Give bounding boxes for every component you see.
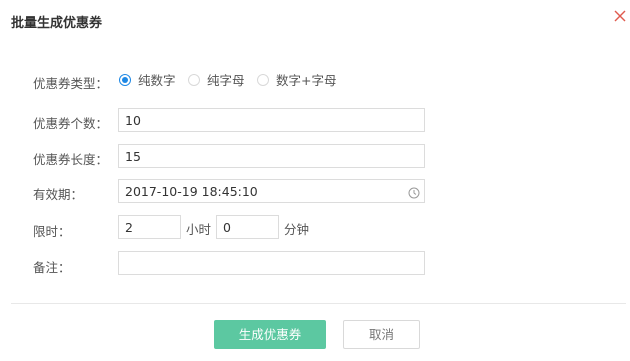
minutes-input[interactable] bbox=[216, 215, 279, 239]
generate-coupons-button[interactable]: 生成优惠券 bbox=[214, 320, 326, 349]
time-limit-label: 限时： bbox=[33, 224, 71, 239]
hours-unit: 小时 bbox=[186, 222, 212, 237]
close-icon[interactable] bbox=[612, 8, 628, 24]
minutes-unit: 分钟 bbox=[284, 222, 310, 237]
coupon-type-label: 优惠券类型： bbox=[33, 76, 109, 91]
footer-divider bbox=[11, 303, 626, 304]
coupon-length-label: 优惠券长度： bbox=[33, 152, 109, 167]
cancel-button[interactable]: 取消 bbox=[343, 320, 420, 349]
radio-alphanumeric-label: 数字+字母 bbox=[276, 73, 337, 88]
radio-numeric-label: 纯数字 bbox=[138, 73, 176, 88]
remark-label: 备注： bbox=[33, 260, 71, 275]
radio-checked-icon bbox=[119, 74, 131, 86]
radio-unchecked-icon bbox=[257, 74, 269, 86]
clock-icon[interactable] bbox=[408, 184, 420, 199]
coupon-count-label: 优惠券个数： bbox=[33, 116, 109, 131]
validity-datetime-input[interactable] bbox=[118, 179, 425, 203]
radio-unchecked-icon bbox=[188, 74, 200, 86]
coupon-length-input[interactable] bbox=[118, 144, 425, 168]
radio-letters-label: 纯字母 bbox=[207, 73, 245, 88]
generate-coupons-dialog: 批量生成优惠券 优惠券类型： 纯数字 纯字母 数字+字母 优惠券个数： 优惠券长… bbox=[0, 0, 630, 361]
dialog-title: 批量生成优惠券 bbox=[11, 16, 103, 31]
validity-label: 有效期： bbox=[33, 187, 84, 202]
coupon-count-input[interactable] bbox=[118, 108, 425, 132]
remark-input[interactable] bbox=[118, 251, 425, 275]
hours-input[interactable] bbox=[118, 215, 181, 239]
